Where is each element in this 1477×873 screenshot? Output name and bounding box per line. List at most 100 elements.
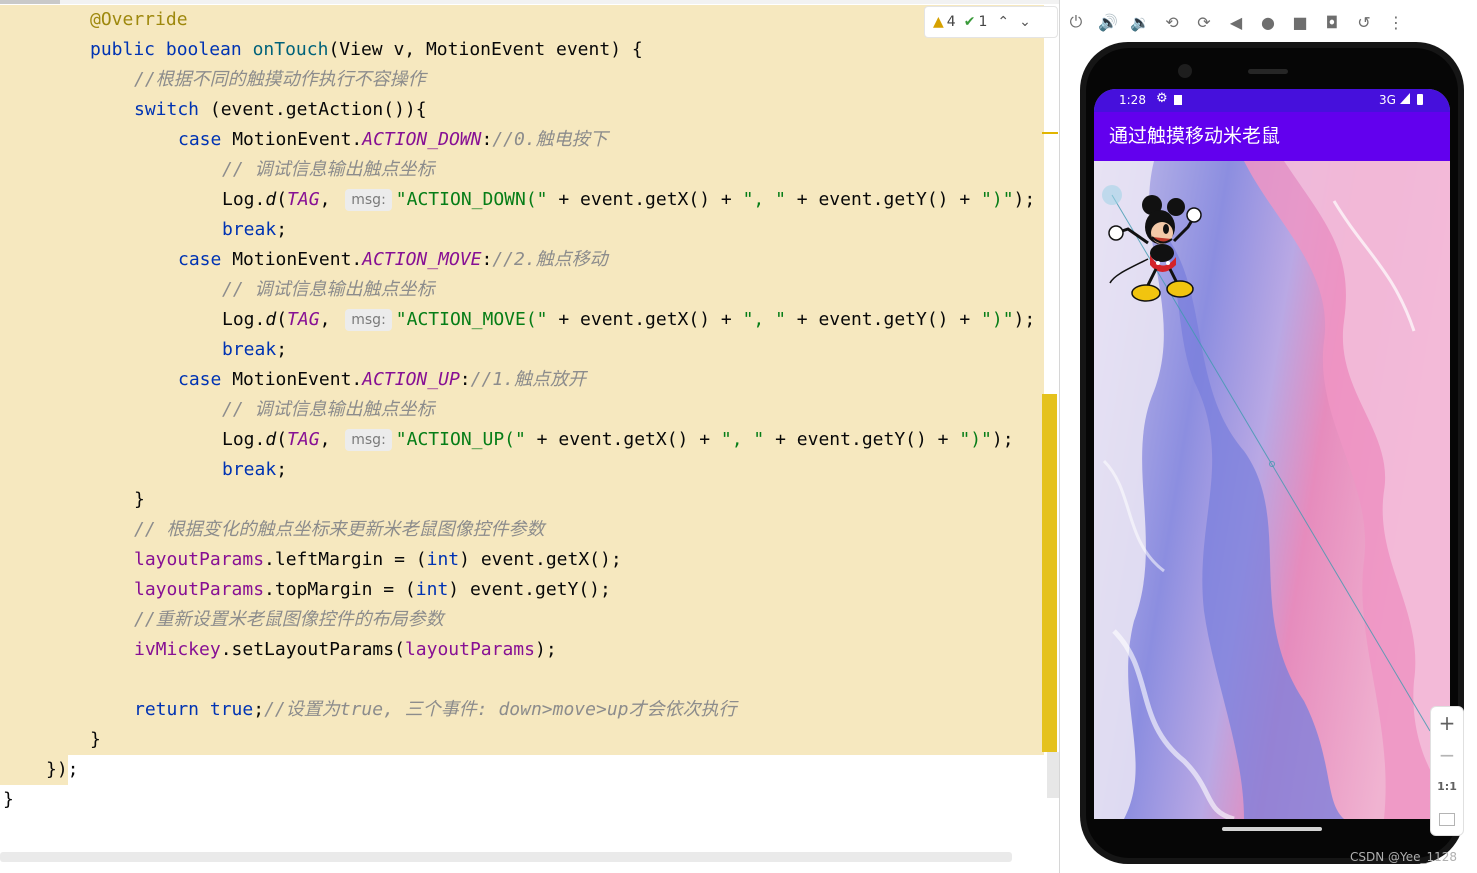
device-screen[interactable]: 1:28 ⚙ 3G 通过触摸移动米老鼠 (1094, 89, 1450, 819)
keyword-return: return (134, 699, 200, 720)
signal-icon (1400, 93, 1410, 104)
highlight-marker[interactable] (1042, 394, 1057, 752)
comment: // 调试信息输出触点坐标 (222, 279, 435, 300)
close-paren: ); (534, 639, 557, 660)
comment: // 调试信息输出触点坐标 (222, 159, 435, 180)
code-line-25: } (0, 725, 1044, 755)
getx-end: ) event.getX(); (459, 549, 622, 570)
status-bar: 1:28 ⚙ 3G (1094, 89, 1450, 112)
code-line-6: // 调试信息输出触点坐标 (0, 155, 1044, 185)
home-icon[interactable]: ● (1252, 6, 1284, 38)
comment: //重新设置米老鼠图像控件的布局参数 (134, 609, 444, 630)
semicolon: ; (276, 339, 288, 360)
code-line-15: Log.d(TAG, msg: "ACTION_UP(" + event.getX… (0, 425, 1044, 455)
horizontal-scrollbar[interactable] (0, 852, 1012, 862)
comment: // 根据变化的触点坐标来更新米老鼠图像控件参数 (134, 519, 545, 540)
gesture-navigation-handle[interactable] (1222, 827, 1322, 831)
error-stripe[interactable] (1040, 0, 1060, 860)
rotate-left-icon[interactable]: ⟲ (1156, 6, 1188, 38)
class-ref: MotionEvent. (221, 369, 363, 390)
front-camera (1178, 64, 1192, 78)
comma: , (319, 429, 342, 450)
end-call: ); (1013, 309, 1036, 330)
tag-constant: TAG (287, 189, 320, 210)
zoom-out-button[interactable]: − (1431, 739, 1463, 771)
code-line-21: //重新设置米老鼠图像控件的布局参数 (0, 605, 1044, 635)
settings-icon: ⚙ (1156, 91, 1168, 106)
field-iv-mickey: ivMickey (134, 639, 221, 660)
close-brace: } (90, 729, 101, 750)
code-line-27: } (0, 785, 14, 815)
method-name: onTouch (252, 39, 329, 60)
check-icon[interactable]: ✔ (964, 14, 976, 30)
parameter-hint-msg: msg: (345, 429, 392, 451)
field-layout-params: layoutParams (134, 579, 265, 600)
emulator-toolbar: ⏻ 🔊 🔉 ⟲ ⟳ ◀ ● ■ ◘ ↺ ⋮ (1060, 6, 1477, 38)
warning-icon[interactable]: ▲ (933, 14, 944, 30)
actual-size-button[interactable]: 1:1 (1431, 771, 1463, 803)
colon: : (459, 369, 471, 390)
keyword-case: case (178, 129, 222, 150)
volume-up-icon[interactable]: 🔊 (1092, 6, 1124, 38)
code-line-10: // 调试信息输出触点坐标 (0, 275, 1044, 305)
colon: : (481, 129, 493, 150)
zoom-in-button[interactable]: + (1431, 707, 1463, 739)
method-params: (View v, MotionEvent event) { (328, 39, 643, 60)
string-literal: ")" (959, 429, 992, 450)
back-icon[interactable]: ◀ (1220, 6, 1252, 38)
replay-icon[interactable]: ↺ (1348, 6, 1380, 38)
power-icon[interactable]: ⏻ (1060, 6, 1092, 38)
more-icon[interactable]: ⋮ (1380, 6, 1412, 38)
previous-highlight-icon[interactable]: ⌃ (997, 14, 1009, 30)
vertical-scrollbar[interactable] (1047, 752, 1059, 798)
keyword-boolean: boolean (165, 39, 242, 60)
top-margin-field: .topMargin (264, 579, 373, 600)
code-editor[interactable]: @Override public boolean onTouch(View v,… (0, 0, 1060, 873)
string-literal: ", " (720, 429, 765, 450)
colon: : (481, 249, 493, 270)
string-literal: "ACTION_MOVE(" (395, 309, 548, 330)
code-line-7: Log.d(TAG, msg: "ACTION_DOWN(" + event.ge… (0, 185, 1044, 215)
switch-expression: (event.getAction()){ (199, 99, 427, 120)
camera-icon[interactable]: ◘ (1316, 6, 1348, 38)
warning-marker[interactable] (1042, 132, 1058, 134)
inspection-widget[interactable]: ▲ 4 ✔ 1 ⌃ ⌄ (924, 6, 1058, 38)
comment: // 调试信息输出触点坐标 (222, 399, 435, 420)
volume-down-icon[interactable]: 🔉 (1124, 6, 1156, 38)
touch-background[interactable] (1094, 161, 1450, 819)
keyword-break: break (222, 459, 277, 480)
keyword-switch: switch (134, 99, 200, 120)
code-line-12: break; (0, 335, 1044, 365)
rotate-right-icon[interactable]: ⟳ (1188, 6, 1220, 38)
code-line-20: layoutParams.topMargin = (int) event.get… (0, 575, 1044, 605)
code-line-16: break; (0, 455, 1044, 485)
code-line-17: } (0, 485, 1044, 515)
class-ref: MotionEvent. (221, 129, 363, 150)
end-call: ); (991, 429, 1014, 450)
getx-call: + event.getX() + (547, 309, 743, 330)
comment: //根据不同的触摸动作执行不容操作 (134, 69, 426, 90)
gety-call: + event.getY() + (764, 429, 960, 450)
tag-constant: TAG (287, 309, 320, 330)
cast-open: = ( (372, 579, 416, 600)
constant-action-up: ACTION_UP (362, 369, 460, 390)
comma: , (319, 189, 342, 210)
code-line-8: break; (0, 215, 1044, 245)
keyword-public: public (90, 39, 156, 60)
overview-icon[interactable]: ■ (1284, 6, 1316, 38)
code-line-1: @Override (0, 5, 1044, 35)
string-literal: ")" (981, 189, 1014, 210)
keyword-true: true (209, 699, 254, 720)
keyword-int: int (426, 549, 460, 570)
code-line-2: public boolean onTouch(View v, MotionEve… (0, 35, 1044, 65)
fit-screen-button[interactable] (1431, 803, 1463, 835)
string-literal: ")" (981, 309, 1014, 330)
network-type: 3G (1379, 93, 1396, 107)
comment: //2.触点移动 (492, 249, 608, 270)
mickey-mouse-image[interactable] (1108, 193, 1204, 305)
next-highlight-icon[interactable]: ⌄ (1019, 14, 1031, 30)
code-line-13: case MotionEvent.ACTION_UP://1.触点放开 (0, 365, 1044, 395)
status-time: 1:28 (1119, 93, 1146, 107)
gety-call: + event.getY() + (785, 189, 982, 210)
app-bar-title: 通过触摸移动米老鼠 (1094, 112, 1450, 161)
